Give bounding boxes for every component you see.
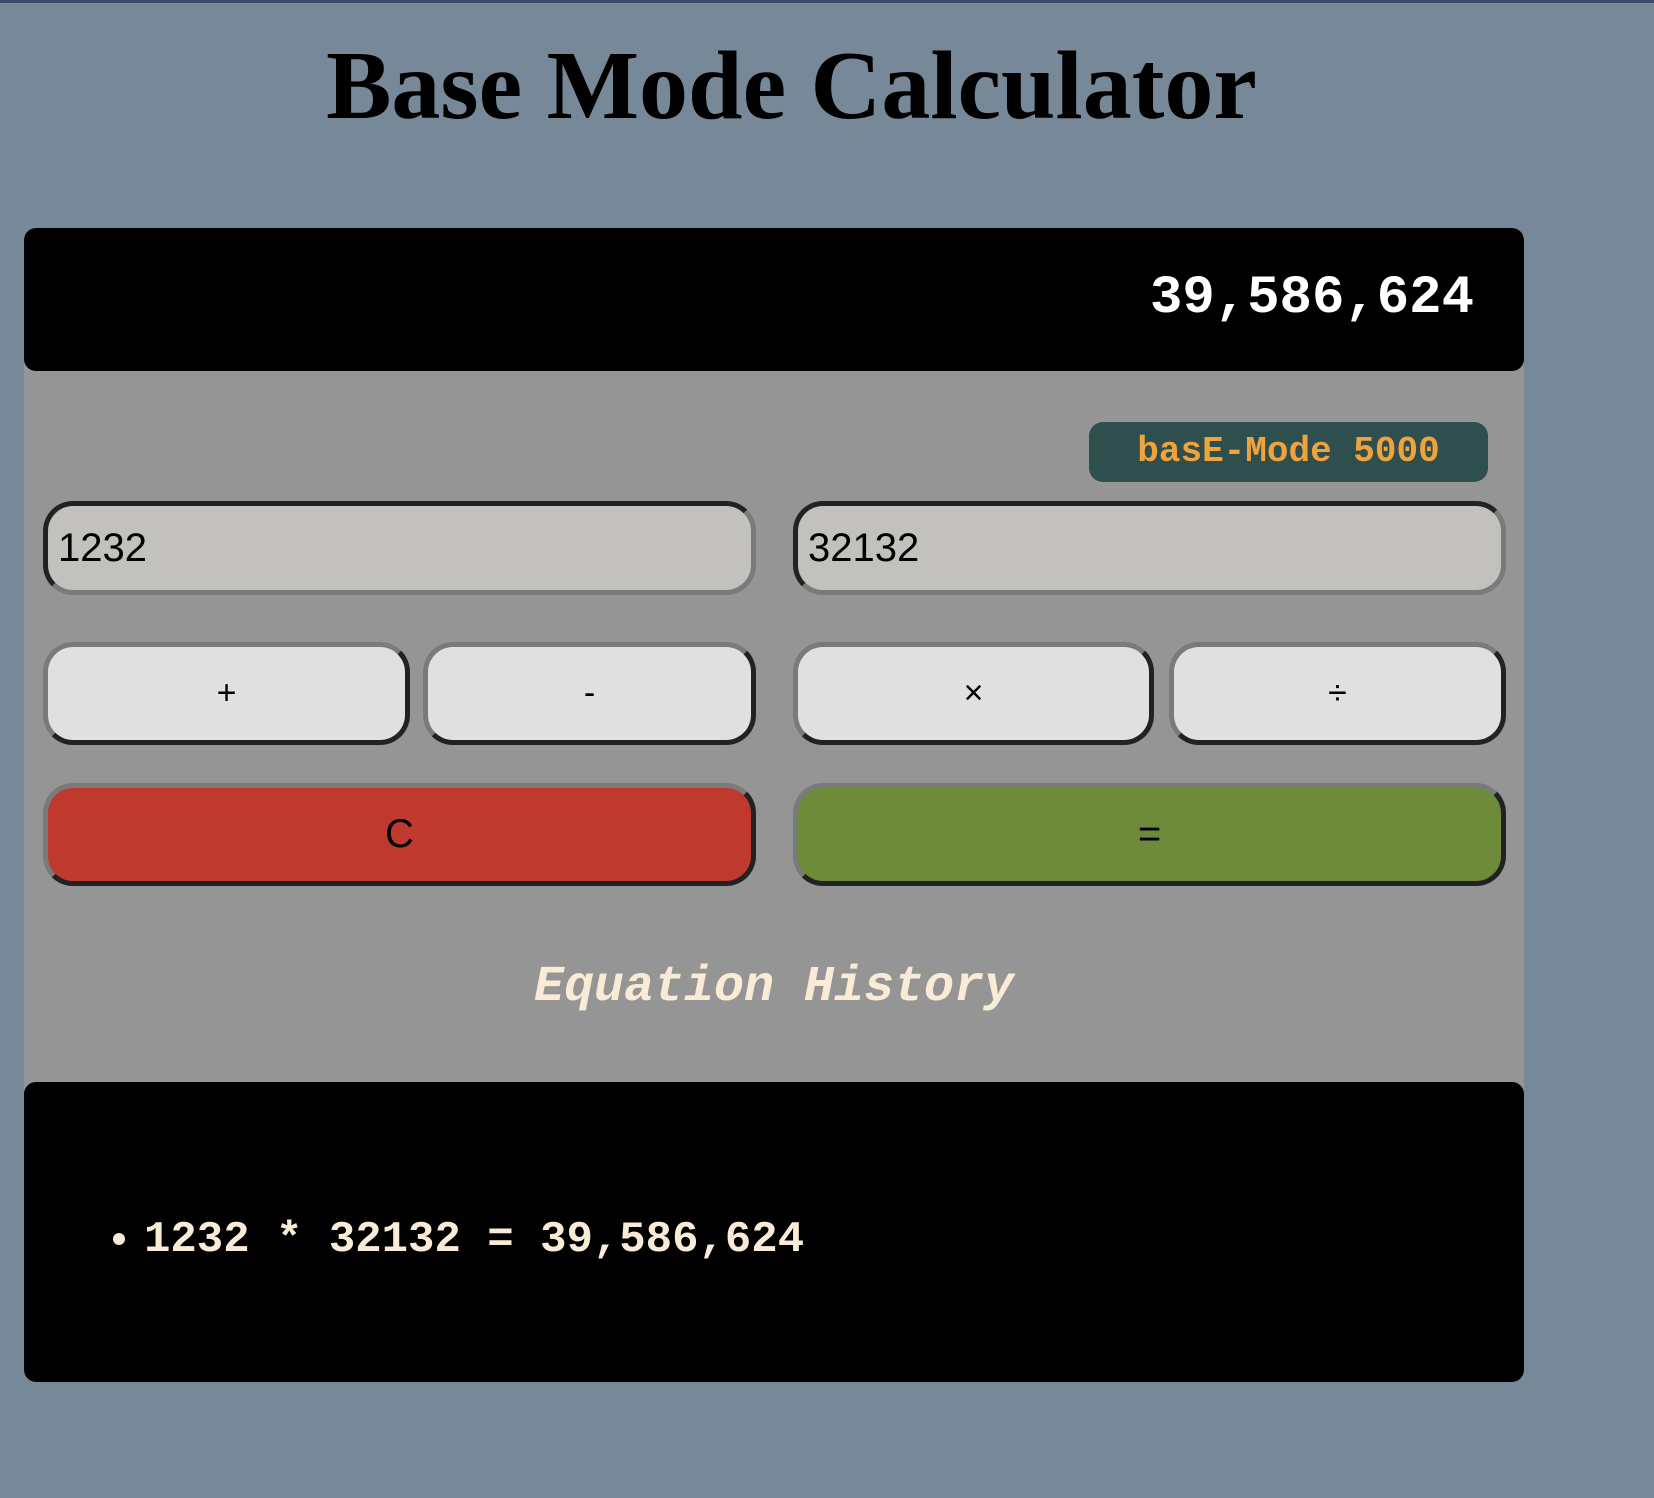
history-list: 1232 * 32132 = 39,586,624 bbox=[24, 1212, 804, 1268]
subtract-button[interactable]: - bbox=[423, 642, 756, 745]
history-item: 1232 * 32132 = 39,586,624 bbox=[144, 1212, 804, 1268]
first-operand-input[interactable] bbox=[43, 501, 756, 595]
calculator: 39,586,624 basE-Mode 5000 + - × ÷ C = Eq… bbox=[24, 228, 1524, 1382]
page-title: Base Mode Calculator bbox=[326, 32, 1257, 140]
second-operand-input[interactable] bbox=[793, 501, 1506, 595]
history-panel: 1232 * 32132 = 39,586,624 bbox=[24, 1082, 1524, 1382]
equals-button[interactable]: = bbox=[793, 783, 1506, 886]
history-heading: Equation History bbox=[533, 959, 1015, 1016]
multiply-button[interactable]: × bbox=[793, 642, 1154, 745]
divide-button[interactable]: ÷ bbox=[1169, 642, 1506, 745]
result-value: 39,586,624 bbox=[1149, 268, 1474, 329]
add-button[interactable]: + bbox=[43, 642, 410, 745]
clear-button[interactable]: C bbox=[43, 783, 756, 886]
mode-badge: basE-Mode 5000 bbox=[1089, 422, 1488, 482]
top-border bbox=[0, 0, 1654, 3]
result-display: 39,586,624 bbox=[24, 228, 1524, 371]
